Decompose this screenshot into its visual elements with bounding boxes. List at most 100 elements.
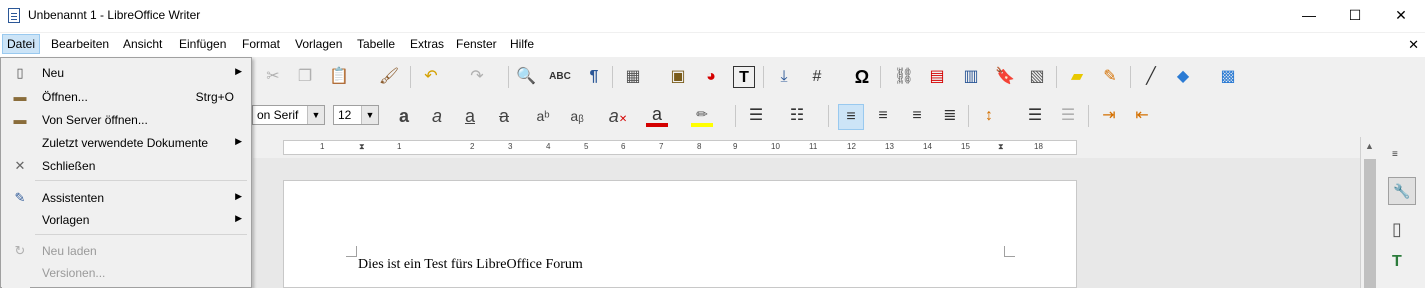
menu-datei[interactable]: Datei <box>2 34 41 54</box>
menu-ansicht[interactable]: Ansicht <box>123 37 162 51</box>
menu-item-vorlagen[interactable]: Vorlagen ▶ <box>2 209 250 231</box>
separator <box>828 105 829 127</box>
align-center-icon[interactable]: ≡ <box>872 105 894 127</box>
insert-line-icon[interactable]: ╱ <box>1140 66 1162 88</box>
insert-footnote-icon[interactable]: ▤ <box>926 66 948 88</box>
decrease-indent-icon[interactable]: ⇤ <box>1131 105 1153 127</box>
menu-fenster[interactable]: Fenster <box>456 37 497 51</box>
align-left-icon[interactable]: ≡ <box>838 104 864 130</box>
track-changes-icon[interactable]: ✎ <box>1099 66 1121 88</box>
strikethrough-icon[interactable]: a <box>493 105 515 127</box>
minimize-button[interactable]: — <box>1286 0 1332 31</box>
decrease-paragraph-spacing-icon[interactable]: ☰ <box>1057 105 1079 127</box>
document-text[interactable]: Dies ist ein Test fürs LibreOffice Forum <box>358 257 583 273</box>
increase-paragraph-spacing-icon[interactable]: ☰ <box>1024 105 1046 127</box>
highlight-color-icon[interactable]: ✏ <box>691 105 713 127</box>
insert-hyperlink-icon[interactable]: ⛓ <box>893 66 915 88</box>
menu-item-neu[interactable]: ▯ Neu ▶ <box>2 62 250 84</box>
menu-item-von-server-oeffnen[interactable]: ▬ Von Server öffnen... <box>2 109 250 131</box>
clone-formatting-icon[interactable]: 🖌 <box>378 66 400 88</box>
insert-chart-icon[interactable]: ◕ <box>700 66 722 88</box>
menu-item-label: Assistenten <box>42 191 105 205</box>
undo-icon[interactable]: ↶ <box>420 66 442 88</box>
insert-image-icon[interactable]: ▣ <box>667 66 689 88</box>
menu-format[interactable]: Format <box>242 37 280 51</box>
menu-item-label: Neu <box>42 66 65 80</box>
properties-wrench-icon[interactable]: 🔧 <box>1388 177 1416 205</box>
ruler-number: 2 <box>470 142 475 151</box>
close-document-button[interactable]: ✕ <box>1408 37 1419 53</box>
insert-textbox-icon[interactable]: T <box>733 66 755 88</box>
separator <box>1056 66 1057 88</box>
unordered-list-icon[interactable]: ☰ <box>745 105 767 127</box>
ordered-list-icon[interactable]: ☷ <box>786 105 808 127</box>
sidebar-menu-icon[interactable]: ≡ <box>1392 149 1398 160</box>
font-name-combo[interactable]: on Serif ▼ <box>252 105 325 125</box>
separator <box>508 66 509 88</box>
increase-indent-icon[interactable]: ⇥ <box>1098 105 1120 127</box>
styles-icon[interactable]: T <box>1392 253 1402 271</box>
line-spacing-icon[interactable]: ↕ <box>978 105 1000 127</box>
chevron-down-icon[interactable]: ▼ <box>361 106 378 124</box>
menu-vorlagen[interactable]: Vorlagen <box>295 37 342 51</box>
copy-icon[interactable]: ❐ <box>294 66 316 88</box>
menu-item-oeffnen[interactable]: ▬ Öffnen... Strg+O <box>2 86 250 108</box>
window-title: Unbenannt 1 - LibreOffice Writer <box>28 8 201 22</box>
menu-item-zuletzt-verwendet[interactable]: Zuletzt verwendete Dokumente ▶ <box>2 132 250 154</box>
font-color-icon[interactable]: a <box>646 105 668 127</box>
find-replace-icon[interactable]: 🔍 <box>515 66 537 88</box>
chevron-down-icon[interactable]: ▼ <box>307 106 324 124</box>
ruler-indent-marker[interactable]: ⧗ <box>359 142 365 152</box>
underline-icon[interactable]: a <box>459 105 481 127</box>
menu-item-assistenten[interactable]: ✎ Assistenten ▶ <box>2 187 250 209</box>
menu-separator <box>35 234 247 235</box>
horizontal-ruler[interactable]: 1 ⧗ 1 2 3 4 5 6 7 8 9 10 11 12 13 14 15 … <box>283 140 1077 155</box>
scrollbar-thumb[interactable] <box>1364 159 1376 288</box>
reload-icon: ↻ <box>14 243 26 258</box>
insert-endnote-icon[interactable]: ▥ <box>960 66 982 88</box>
menu-item-label: Vorlagen <box>42 213 90 227</box>
menu-einfuegen[interactable]: Einfügen <box>179 37 226 51</box>
menu-tabelle[interactable]: Tabelle <box>357 37 395 51</box>
menu-item-schliessen[interactable]: ✕ Schließen <box>2 155 250 177</box>
spellcheck-icon[interactable]: ABC <box>549 66 571 88</box>
special-character-icon[interactable]: Ω <box>851 66 873 88</box>
ruler-number: 1 <box>397 142 402 151</box>
superscript-icon[interactable]: aᵇ <box>532 105 554 127</box>
basic-shapes-icon[interactable]: ◆ <box>1172 66 1194 88</box>
menu-extras[interactable]: Extras <box>410 37 444 51</box>
justify-icon[interactable]: ≣ <box>939 105 961 127</box>
draw-functions-icon[interactable]: ▩ <box>1217 66 1239 88</box>
subscript-icon[interactable]: aᵦ <box>566 105 588 127</box>
submenu-arrow-icon: ▶ <box>235 136 242 146</box>
ruler-number: 3 <box>508 142 513 151</box>
vertical-scrollbar[interactable]: ▲ <box>1360 137 1380 288</box>
ruler-indent-marker-right[interactable]: ⧗ <box>998 142 1004 152</box>
page-icon[interactable]: ▯ <box>1392 219 1402 240</box>
text-boundary-corner <box>346 246 357 257</box>
insert-cross-reference-icon[interactable]: ▧ <box>1026 66 1048 88</box>
menu-hilfe[interactable]: Hilfe <box>510 37 534 51</box>
menu-item-label: Versionen... <box>42 266 106 280</box>
clear-formatting-icon[interactable]: a✕ <box>607 105 629 127</box>
font-size-combo[interactable]: 12 ▼ <box>333 105 379 125</box>
insert-field-icon[interactable]: # <box>806 66 828 88</box>
cut-icon[interactable]: ✂ <box>262 66 284 88</box>
align-right-icon[interactable]: ≡ <box>906 105 928 127</box>
close-button[interactable]: ✕ <box>1378 0 1424 31</box>
insert-comment-icon[interactable]: ▰ <box>1066 66 1088 88</box>
redo-icon[interactable]: ↷ <box>466 66 488 88</box>
scroll-up-icon[interactable]: ▲ <box>1365 141 1374 151</box>
ruler-number: 9 <box>733 142 738 151</box>
open-remote-icon: ▬ <box>13 112 27 127</box>
maximize-button[interactable]: ☐ <box>1332 0 1378 31</box>
menu-item-versionen: Versionen... <box>2 262 250 284</box>
insert-table-icon[interactable]: ▦ <box>622 66 644 88</box>
insert-bookmark-icon[interactable]: 🔖 <box>994 66 1016 88</box>
insert-page-break-icon[interactable]: ⤓ <box>773 66 795 88</box>
paste-icon[interactable]: 📋 <box>328 66 350 88</box>
bold-icon[interactable]: a <box>393 105 415 127</box>
italic-icon[interactable]: a <box>426 105 448 127</box>
formatting-marks-icon[interactable]: ¶ <box>583 66 605 88</box>
menu-bearbeiten[interactable]: Bearbeiten <box>51 37 109 51</box>
